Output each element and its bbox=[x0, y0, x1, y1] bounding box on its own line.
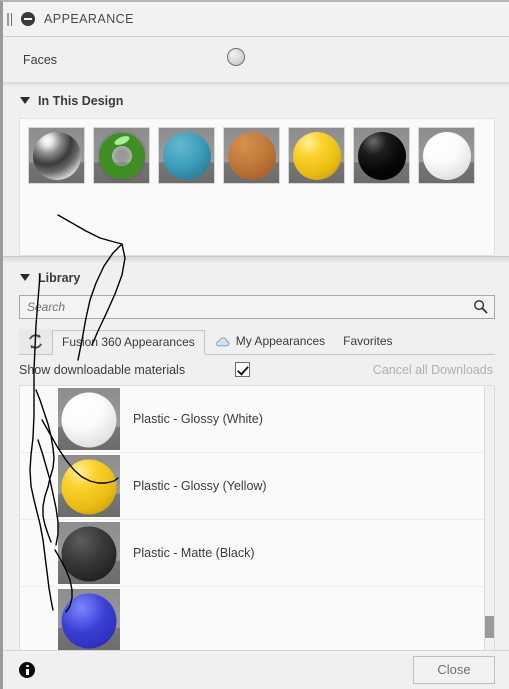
library-options-row: Show downloadable materials Cancel all D… bbox=[19, 355, 495, 385]
tab-label-favorites: Favorites bbox=[343, 334, 393, 349]
material-thumbnail-blue bbox=[58, 588, 120, 650]
show-downloadable-label: Show downloadable materials bbox=[19, 362, 186, 377]
tab-fusion-360-appearances[interactable]: Fusion 360 Appearances bbox=[52, 329, 205, 355]
scrollbar-thumb[interactable] bbox=[485, 615, 494, 638]
close-button[interactable]: Close bbox=[413, 655, 495, 684]
appearance-panel: APPEARANCE Faces In This Design Library bbox=[0, 0, 509, 689]
tab-label-fusion: Fusion 360 Appearances bbox=[62, 335, 195, 350]
show-downloadable-checkbox[interactable] bbox=[235, 362, 250, 378]
chevron-down-icon bbox=[20, 97, 30, 105]
list-item[interactable]: Plastic - Matte (Black) bbox=[20, 519, 494, 587]
section-label-in-this-design: In This Design bbox=[38, 93, 124, 108]
material-label: Plastic - Matte (Black) bbox=[133, 545, 255, 560]
faces-row: Faces bbox=[3, 37, 509, 83]
tab-label-my-appearances: My Appearances bbox=[235, 334, 326, 349]
material-thumbnail-yellow bbox=[58, 454, 120, 517]
library-tabs: Fusion 360 Appearances My Appearances Fa… bbox=[19, 328, 495, 355]
drag-grip-icon[interactable] bbox=[7, 12, 9, 26]
material-sphere-swatch[interactable] bbox=[227, 48, 245, 67]
faces-label: Faces bbox=[23, 52, 58, 67]
swatch-paint-orange[interactable] bbox=[223, 126, 280, 184]
section-header-in-this-design[interactable]: In This Design bbox=[3, 85, 509, 116]
panel-footer: Close bbox=[3, 649, 509, 689]
refresh-icon[interactable] bbox=[19, 328, 52, 354]
material-thumbnail-matte-black bbox=[58, 521, 120, 584]
swatch-plastic-glossy-black[interactable] bbox=[353, 126, 410, 184]
list-scrollbar[interactable] bbox=[484, 385, 494, 650]
swatch-plastic-glossy-white[interactable] bbox=[418, 126, 475, 184]
material-label: Plastic - Glossy (White) bbox=[133, 411, 263, 426]
tab-my-appearances[interactable]: My Appearances bbox=[205, 329, 334, 354]
divider-library bbox=[3, 255, 509, 263]
page-title: APPEARANCE bbox=[44, 12, 134, 26]
section-label-library: Library bbox=[38, 270, 81, 285]
search-wrapper bbox=[19, 295, 495, 320]
in-this-design-swatch-area bbox=[19, 117, 495, 256]
material-label: Plastic - Glossy (Yellow) bbox=[133, 478, 267, 493]
tab-favorites[interactable]: Favorites bbox=[334, 329, 401, 354]
cloud-icon bbox=[216, 337, 230, 347]
material-list: Plastic - Glossy (White) Plastic - Gloss… bbox=[19, 384, 495, 650]
panel-titlebar: APPEARANCE bbox=[3, 2, 509, 37]
drag-grip-icon-2[interactable] bbox=[11, 12, 12, 26]
minus-circle-icon[interactable] bbox=[21, 12, 35, 26]
swatch-plastic-glossy-yellow[interactable] bbox=[288, 126, 345, 184]
material-thumbnail-white bbox=[58, 387, 120, 450]
list-item[interactable] bbox=[20, 586, 494, 650]
chevron-down-icon-library bbox=[20, 274, 30, 282]
cancel-all-downloads-button[interactable]: Cancel all Downloads bbox=[373, 363, 493, 377]
swatch-paint-teal[interactable] bbox=[158, 126, 215, 184]
info-icon[interactable] bbox=[19, 661, 35, 678]
search-input[interactable] bbox=[19, 295, 495, 320]
section-header-library[interactable]: Library bbox=[3, 262, 509, 293]
swatch-glass-green[interactable] bbox=[93, 126, 150, 184]
swatch-strip bbox=[28, 126, 494, 184]
swatch-chrome-polished[interactable] bbox=[28, 126, 85, 184]
list-item[interactable]: Plastic - Glossy (Yellow) bbox=[20, 452, 494, 520]
list-item[interactable]: Plastic - Glossy (White) bbox=[20, 385, 494, 453]
